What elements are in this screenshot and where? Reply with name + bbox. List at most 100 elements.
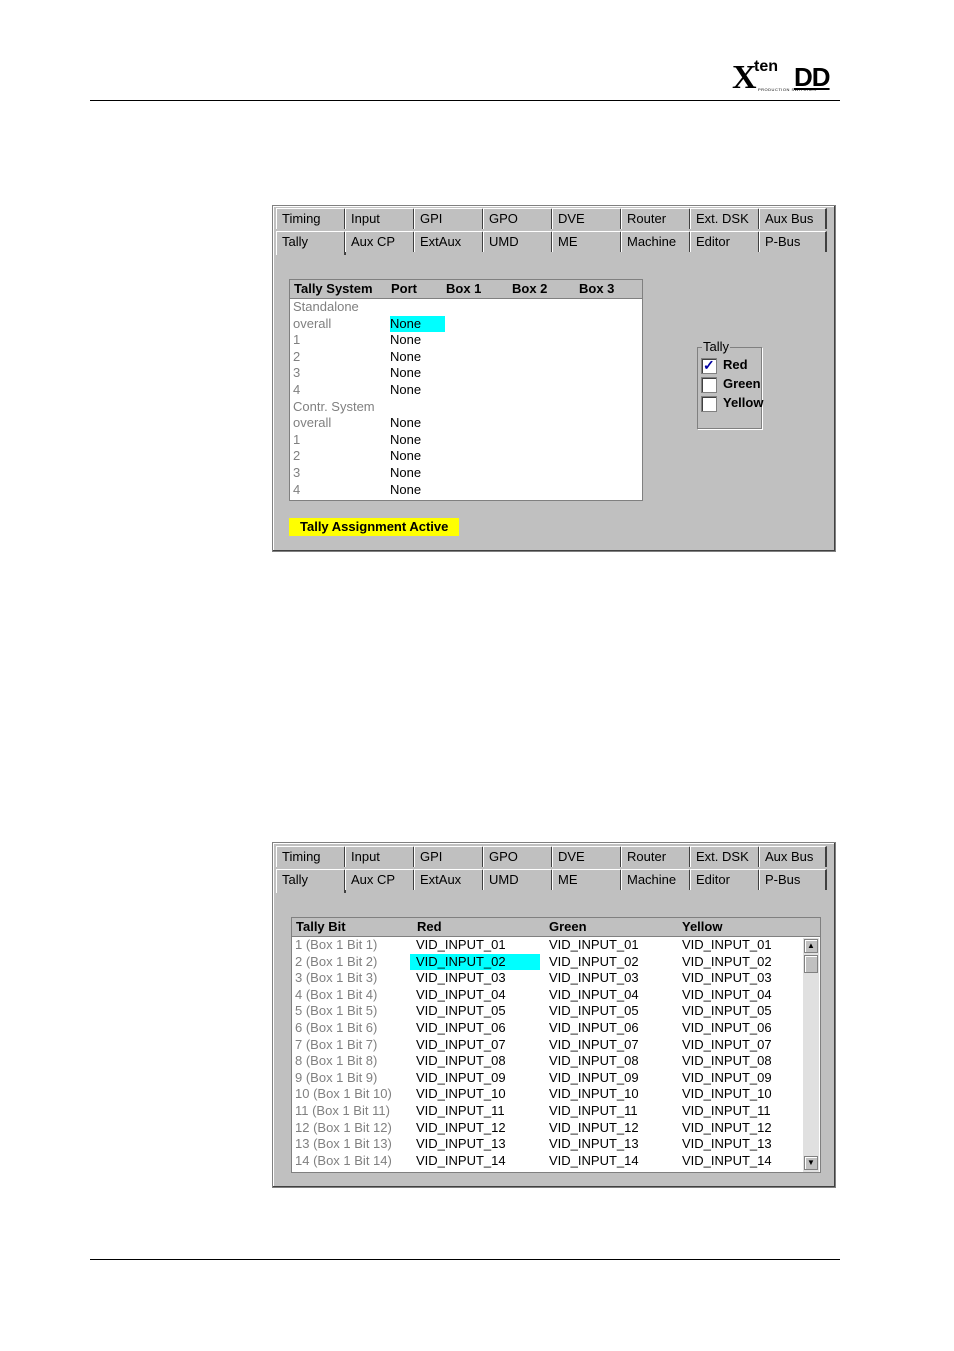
port-value[interactable]: None — [390, 432, 421, 449]
port-value[interactable]: None — [390, 365, 421, 382]
green-source[interactable]: VID_INPUT_01 — [549, 937, 639, 954]
tally-system-row[interactable]: 2 None — [290, 448, 642, 465]
green-source[interactable]: VID_INPUT_11 — [549, 1103, 638, 1120]
yellow-source[interactable]: VID_INPUT_07 — [682, 1037, 772, 1054]
tally-bit-row[interactable]: 11 (Box 1 Bit 11) VID_INPUT_11 VID_INPUT_1… — [292, 1103, 800, 1120]
green-source[interactable]: VID_INPUT_13 — [549, 1136, 639, 1153]
green-source[interactable]: VID_INPUT_14 — [549, 1153, 639, 1170]
tab-aux-cp[interactable]: Aux CP — [345, 869, 415, 890]
tab-tally[interactable]: Tally — [276, 231, 346, 255]
green-source[interactable]: VID_INPUT_12 — [549, 1120, 639, 1137]
yellow-source[interactable]: VID_INPUT_14 — [682, 1153, 772, 1170]
yellow-source[interactable]: VID_INPUT_01 — [682, 937, 772, 954]
yellow-source[interactable]: VID_INPUT_09 — [682, 1070, 772, 1087]
checkbox-label-yellow[interactable]: Yellow — [723, 395, 763, 411]
tab-extaux[interactable]: ExtAux — [414, 231, 484, 252]
red-source[interactable]: VID_INPUT_10 — [416, 1086, 506, 1103]
tally-bit-row[interactable]: 10 (Box 1 Bit 10) VID_INPUT_10 VID_INPUT_1… — [292, 1086, 800, 1103]
tab-ext-dsk[interactable]: Ext. DSK — [690, 208, 760, 229]
red-source[interactable]: VID_INPUT_05 — [416, 1003, 506, 1020]
tab-p-bus[interactable]: P-Bus — [759, 869, 827, 890]
tally-system-list[interactable]: Tally System Port Box 1 Box 2 Box 3 Stan… — [289, 279, 643, 501]
green-source[interactable]: VID_INPUT_06 — [549, 1020, 639, 1037]
tab-dve[interactable]: DVE — [552, 208, 622, 229]
checkbox-yellow[interactable] — [701, 396, 717, 412]
green-source[interactable]: VID_INPUT_02 — [549, 954, 639, 971]
red-source[interactable]: VID_INPUT_07 — [416, 1037, 506, 1054]
tab-dve[interactable]: DVE — [552, 846, 622, 867]
port-value[interactable]: None — [390, 315, 445, 333]
tab-me[interactable]: ME — [552, 231, 622, 252]
tab-editor[interactable]: Editor — [690, 869, 760, 890]
green-source[interactable]: VID_INPUT_07 — [549, 1037, 639, 1054]
tally-bit-row[interactable]: 5 (Box 1 Bit 5) VID_INPUT_05 VID_INPUT_05 V… — [292, 1003, 800, 1020]
yellow-source[interactable]: VID_INPUT_11 — [682, 1103, 771, 1120]
tab-p-bus[interactable]: P-Bus — [759, 231, 827, 252]
tab-machine[interactable]: Machine — [621, 869, 691, 890]
tally-system-row[interactable]: 1 None — [290, 332, 642, 349]
red-source[interactable]: VID_INPUT_09 — [416, 1070, 506, 1087]
port-value[interactable]: None — [390, 448, 421, 465]
port-value[interactable]: None — [390, 332, 421, 349]
green-source[interactable]: VID_INPUT_03 — [549, 970, 639, 987]
tab-gpi[interactable]: GPI — [414, 208, 484, 229]
green-source[interactable]: VID_INPUT_08 — [549, 1053, 639, 1070]
red-source[interactable]: VID_INPUT_02 — [410, 953, 540, 971]
tally-system-row[interactable]: Contr. System — [290, 399, 642, 416]
red-source[interactable]: VID_INPUT_01 — [416, 937, 506, 954]
port-value[interactable]: None — [390, 415, 421, 432]
port-value[interactable]: None — [390, 349, 421, 366]
tally-bit-row[interactable]: 2 (Box 1 Bit 2) VID_INPUT_02 VID_INPUT_02 V… — [292, 953, 800, 971]
red-source[interactable]: VID_INPUT_06 — [416, 1020, 506, 1037]
tab-umd[interactable]: UMD — [483, 231, 553, 252]
tally-bit-row[interactable]: 14 (Box 1 Bit 14) VID_INPUT_14 VID_INPUT_1… — [292, 1153, 800, 1170]
checkbox-green[interactable] — [701, 377, 717, 393]
green-source[interactable]: VID_INPUT_04 — [549, 987, 639, 1004]
scroll-down-button[interactable]: ▼ — [804, 1156, 818, 1170]
yellow-source[interactable]: VID_INPUT_12 — [682, 1120, 772, 1137]
tab-router[interactable]: Router — [621, 846, 691, 867]
tally-system-row[interactable]: overall None — [290, 415, 642, 432]
red-source[interactable]: VID_INPUT_04 — [416, 987, 506, 1004]
tally-bit-row[interactable]: 6 (Box 1 Bit 6) VID_INPUT_06 VID_INPUT_06 V… — [292, 1020, 800, 1037]
tab-router[interactable]: Router — [621, 208, 691, 229]
tally-bit-row[interactable]: 3 (Box 1 Bit 3) VID_INPUT_03 VID_INPUT_03 V… — [292, 970, 800, 987]
tab-ext-dsk[interactable]: Ext. DSK — [690, 846, 760, 867]
tally-system-row[interactable]: overall None — [290, 315, 642, 333]
red-source[interactable]: VID_INPUT_08 — [416, 1053, 506, 1070]
tab-aux-bus[interactable]: Aux Bus — [759, 846, 827, 867]
tally-system-row[interactable]: 3 None — [290, 465, 642, 482]
tally-system-row[interactable]: Standalone — [290, 299, 642, 316]
tab-editor[interactable]: Editor — [690, 231, 760, 252]
yellow-source[interactable]: VID_INPUT_04 — [682, 987, 772, 1004]
yellow-source[interactable]: VID_INPUT_10 — [682, 1086, 772, 1103]
tab-umd[interactable]: UMD — [483, 869, 553, 890]
yellow-source[interactable]: VID_INPUT_08 — [682, 1053, 772, 1070]
yellow-source[interactable]: VID_INPUT_05 — [682, 1003, 772, 1020]
tally-bit-row[interactable]: 8 (Box 1 Bit 8) VID_INPUT_08 VID_INPUT_08 V… — [292, 1053, 800, 1070]
tally-bit-row[interactable]: 9 (Box 1 Bit 9) VID_INPUT_09 VID_INPUT_09 V… — [292, 1070, 800, 1087]
green-source[interactable]: VID_INPUT_10 — [549, 1086, 639, 1103]
tab-me[interactable]: ME — [552, 869, 622, 890]
checkbox-label-green[interactable]: Green — [723, 376, 761, 392]
scroll-up-button[interactable]: ▲ — [804, 939, 818, 953]
tab-gpo[interactable]: GPO — [483, 208, 553, 229]
yellow-source[interactable]: VID_INPUT_06 — [682, 1020, 772, 1037]
yellow-source[interactable]: VID_INPUT_13 — [682, 1136, 772, 1153]
tally-bit-row[interactable]: 4 (Box 1 Bit 4) VID_INPUT_04 VID_INPUT_04 V… — [292, 987, 800, 1004]
tally-system-row[interactable]: 4 None — [290, 382, 642, 399]
port-value[interactable]: None — [390, 465, 421, 482]
checkbox-red[interactable]: ✓ — [701, 357, 717, 374]
tab-gpi[interactable]: GPI — [414, 846, 484, 867]
tally-bit-scrollbar[interactable]: ▲ ▼ — [803, 938, 819, 1172]
tab-tally[interactable]: Tally — [276, 869, 346, 893]
tab-extaux[interactable]: ExtAux — [414, 869, 484, 890]
tab-aux-cp[interactable]: Aux CP — [345, 231, 415, 252]
green-source[interactable]: VID_INPUT_09 — [549, 1070, 639, 1087]
tab-aux-bus[interactable]: Aux Bus — [759, 208, 827, 229]
red-source[interactable]: VID_INPUT_11 — [416, 1103, 505, 1120]
tally-system-row[interactable]: 4 None — [290, 482, 642, 499]
port-value[interactable]: None — [390, 382, 421, 399]
green-source[interactable]: VID_INPUT_05 — [549, 1003, 639, 1020]
tab-timing[interactable]: Timing — [276, 846, 346, 867]
